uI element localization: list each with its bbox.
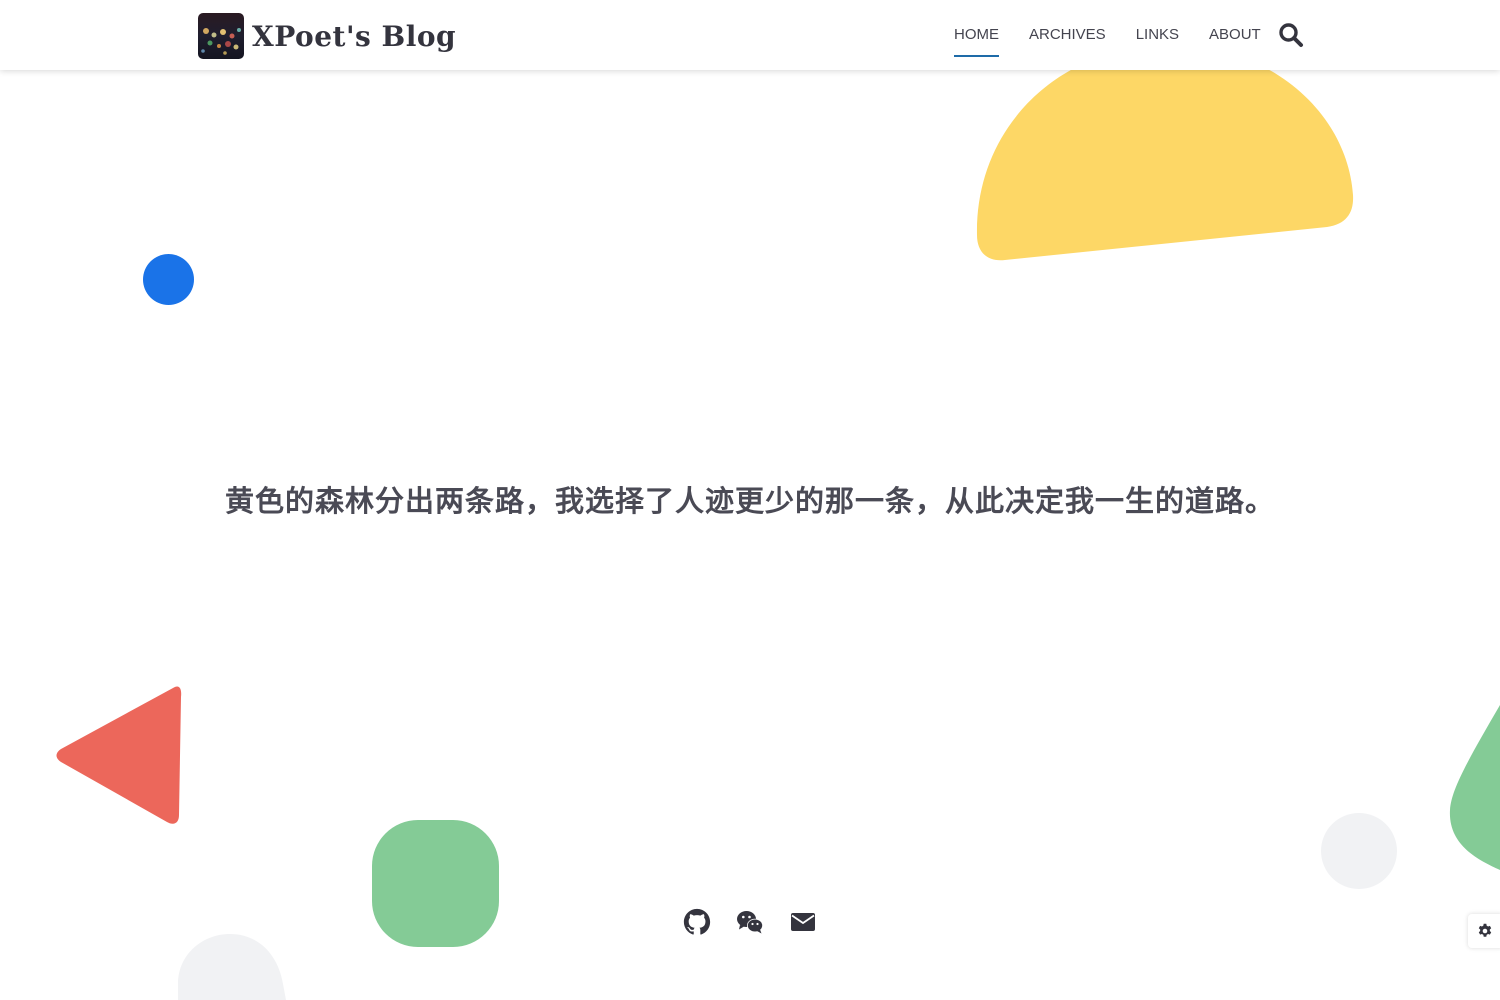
- green-edge-shape: [1449, 705, 1500, 870]
- nav-archives[interactable]: ARCHIVES: [1029, 0, 1106, 70]
- github-icon: [683, 908, 711, 935]
- site-logo-link[interactable]: XPoet's Blog: [198, 13, 456, 59]
- page: XPoet's Blog HOME ARCHIVES LINKS ABOUT 黄…: [0, 0, 1500, 1000]
- main-nav: HOME ARCHIVES LINKS ABOUT: [954, 0, 1291, 70]
- github-link[interactable]: [683, 908, 711, 936]
- wechat-icon: [737, 911, 763, 934]
- social-links: [683, 908, 817, 936]
- red-triangle-shape: [56, 686, 182, 824]
- wechat-link[interactable]: [736, 908, 764, 936]
- settings-button[interactable]: [1468, 914, 1500, 948]
- nav-about[interactable]: ABOUT: [1209, 0, 1261, 70]
- gray-arch-shape: [178, 934, 286, 1000]
- search-icon[interactable]: [1278, 22, 1304, 48]
- nav-home[interactable]: HOME: [954, 0, 999, 70]
- site-header: XPoet's Blog HOME ARCHIVES LINKS ABOUT: [0, 0, 1500, 70]
- gear-icon: [1478, 923, 1492, 937]
- green-rounded-square-shape: [372, 820, 499, 947]
- email-link[interactable]: [789, 908, 817, 936]
- yellow-half-circle-shape: [976, 44, 1354, 261]
- email-icon: [791, 913, 815, 931]
- blue-circle-shape: [143, 254, 194, 305]
- gray-circle-shape: [1321, 813, 1397, 889]
- hero-quote: 黄色的森林分出两条路，我选择了人迹更少的那一条，从此决定我一生的道路。: [224, 484, 1275, 518]
- site-title: XPoet's Blog: [252, 19, 457, 53]
- nav-links[interactable]: LINKS: [1136, 0, 1179, 70]
- avatar: [198, 13, 244, 59]
